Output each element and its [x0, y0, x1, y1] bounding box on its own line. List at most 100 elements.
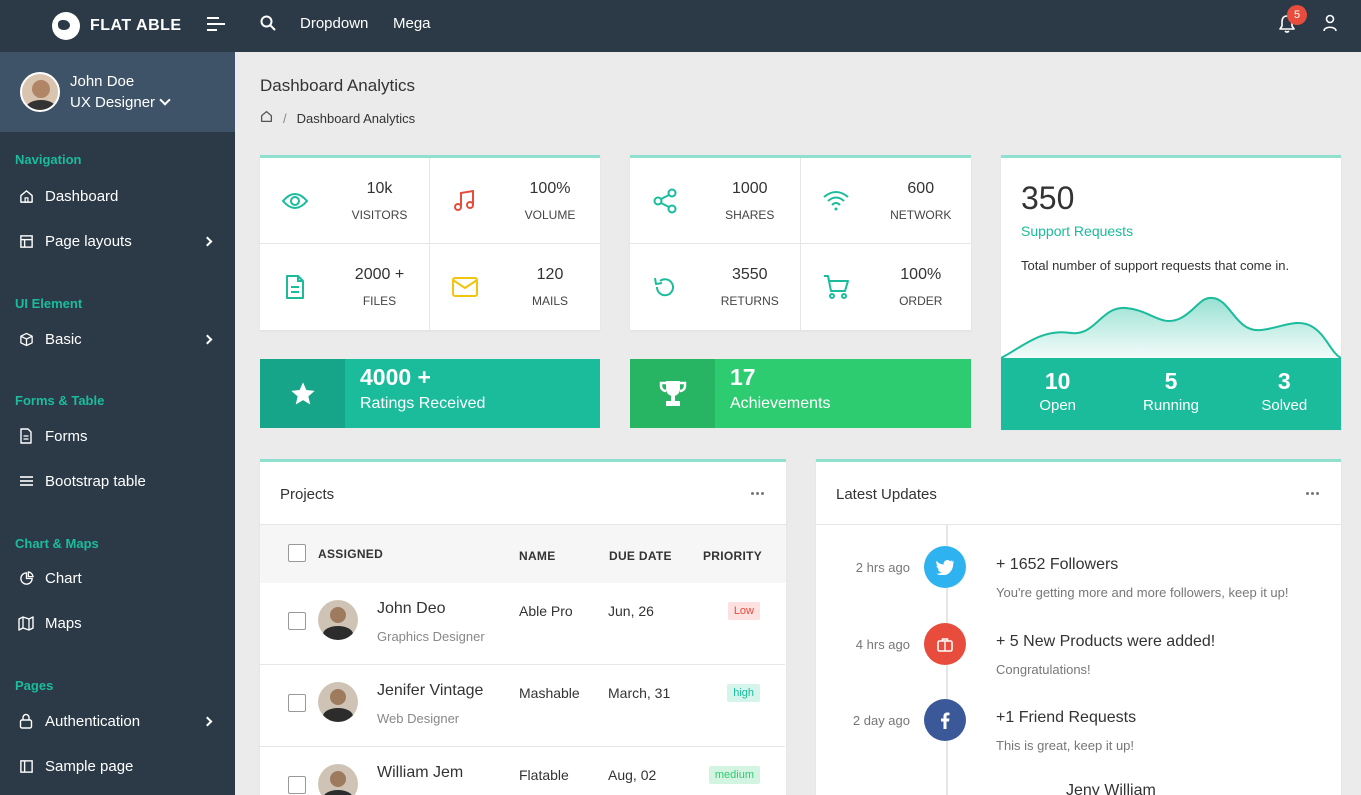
sidebar-item-sample-page[interactable]: Sample page: [0, 751, 235, 781]
support-count: 350: [1021, 180, 1075, 216]
stat-label: NETWORK: [890, 208, 952, 222]
page-title: Dashboard Analytics: [260, 76, 415, 95]
lock-icon: [18, 713, 34, 729]
achievements-banner: 17 Achievements: [630, 359, 971, 428]
stat-mails: 120 MAILS: [430, 244, 600, 330]
update-time: 4 hrs ago: [855, 637, 910, 652]
update-description: You're getting more and more followers, …: [996, 585, 1289, 600]
project-name: Able Pro: [519, 603, 573, 619]
support-description: Total number of support requests that co…: [1021, 258, 1290, 273]
update-title: + 5 New Products were added!: [996, 633, 1216, 650]
projects-table-header: ASSIGNED NAME DUE DATE PRIORITY: [260, 525, 786, 583]
support-open: 10 Open: [1039, 368, 1077, 414]
ratings-label: Ratings Received: [360, 395, 486, 412]
pie-chart-icon: [18, 570, 34, 586]
sidebar-item-dashboard[interactable]: Dashboard: [0, 181, 235, 211]
briefcase-icon: [924, 623, 966, 665]
music-icon: [450, 186, 480, 216]
breadcrumb-separator: /: [283, 110, 287, 126]
update-time: 2 hrs ago: [855, 560, 910, 575]
mail-icon: [450, 272, 480, 302]
avatar: [20, 72, 60, 112]
sidebar-item-authentication[interactable]: Authentication: [0, 706, 235, 736]
search-icon[interactable]: [260, 15, 276, 36]
eye-icon: [280, 186, 310, 216]
sidebar-item-label: Maps: [45, 614, 82, 632]
ratings-value: 4000 +: [360, 364, 431, 390]
avatar: [318, 764, 358, 795]
chevron-right-icon: [202, 716, 213, 726]
row-checkbox[interactable]: [288, 612, 306, 630]
due-date: Aug, 02: [608, 767, 657, 783]
dropdown-menu-link[interactable]: Dropdown: [300, 15, 368, 32]
assignee-role: Web Designer: [377, 711, 460, 726]
update-title: +1 Friend Requests: [996, 709, 1137, 726]
stat-value: 100%: [529, 180, 571, 197]
sidebar-item-basic[interactable]: Basic: [0, 324, 235, 354]
due-date: Jun, 26: [608, 603, 654, 619]
sidebar-item-label: Bootstrap table: [45, 472, 146, 490]
stat-volume: 100% VOLUME: [430, 158, 600, 244]
update-title: + 1652 Followers: [996, 556, 1119, 573]
assignee-name: John Deo: [377, 600, 446, 617]
share-icon: [650, 186, 680, 216]
table-row[interactable]: Jenifer Vintage Web Designer Mashable Ma…: [260, 665, 785, 747]
profile-role: UX Designer: [70, 94, 156, 111]
chevron-right-icon: [202, 334, 213, 344]
sidebar-item-chart[interactable]: Chart: [0, 563, 235, 593]
globe-logo-icon: [52, 12, 80, 40]
user-icon[interactable]: [1322, 14, 1338, 37]
updates-title: Latest Updates: [836, 486, 937, 503]
facebook-icon: [924, 699, 966, 741]
notification-badge: 5: [1287, 5, 1307, 25]
projects-panel: Projects ASSIGNED NAME DUE DATE PRIORITY…: [260, 459, 786, 795]
assignee-name: Jenifer Vintage: [377, 682, 484, 699]
menu-toggle-icon[interactable]: [207, 17, 225, 35]
projects-title: Projects: [280, 486, 335, 503]
update-description: This is great, keep it up!: [996, 738, 1135, 753]
sidebar-item-maps[interactable]: Maps: [0, 608, 235, 638]
cart-icon: [821, 272, 851, 302]
home-icon[interactable]: [260, 110, 273, 126]
select-all-checkbox[interactable]: [288, 544, 306, 562]
user-profile[interactable]: John Doe UX Designer: [0, 52, 235, 132]
col-due-date: DUE DATE: [609, 549, 672, 563]
stat-label: ORDER: [899, 294, 943, 308]
nav-section-ui-element: UI Element: [15, 296, 83, 311]
nav-section-forms-table: Forms & Table: [15, 393, 105, 408]
col-priority: PRIORITY: [703, 549, 763, 563]
top-bar: FLAT ABLE Dropdown Mega 5: [0, 0, 1361, 52]
priority-badge: high: [727, 684, 760, 702]
sidebar: John Doe UX Designer Navigation Dashboar…: [0, 52, 235, 795]
breadcrumb-current: Dashboard Analytics: [296, 110, 416, 126]
brand[interactable]: FLAT ABLE: [0, 12, 235, 40]
mega-menu-link[interactable]: Mega: [393, 15, 431, 32]
stat-value: 1000: [731, 180, 768, 197]
stat-shares: 1000 SHARES: [630, 158, 801, 244]
file-text-icon: [18, 428, 34, 444]
stat-files: 2000 + FILES: [260, 244, 430, 330]
stat-value: 3550: [731, 266, 768, 283]
avatar: [318, 600, 358, 640]
table-row[interactable]: John Deo Graphics Designer Able Pro Jun,…: [260, 583, 785, 665]
row-checkbox[interactable]: [288, 776, 306, 794]
more-options-icon[interactable]: [1306, 492, 1319, 495]
achievements-label: Achievements: [730, 395, 831, 412]
latest-updates-panel: Latest Updates 2 hrs ago + 1652 Follower…: [816, 459, 1341, 795]
chevron-down-icon[interactable]: [159, 94, 171, 106]
sidebar-item-page-layouts[interactable]: Page layouts: [0, 226, 235, 256]
stats-card-visitors: 10k VISITORS 100% VOLUME 2000 + FILES 120 MA…: [260, 155, 600, 330]
stat-label: MAILS: [531, 294, 568, 308]
box-icon: [18, 331, 34, 347]
ratings-banner: 4000 + Ratings Received: [260, 359, 600, 428]
sidebar-item-forms[interactable]: Forms: [0, 421, 235, 451]
table-row[interactable]: William Jem Developer Flatable Aug, 02 m…: [260, 747, 785, 795]
stats-card-shares: 1000 SHARES 600 NETWORK 3550 RETURNS 100% OR…: [630, 155, 971, 330]
stat-label: SHARES: [725, 208, 775, 222]
assignee-name: William Jem: [377, 764, 464, 781]
update-description: Congratulations!: [996, 662, 1091, 677]
sidebar-item-bootstrap-table[interactable]: Bootstrap table: [0, 466, 235, 496]
row-checkbox[interactable]: [288, 694, 306, 712]
sidebar-item-label: Basic: [45, 330, 82, 348]
more-options-icon[interactable]: [751, 492, 764, 495]
